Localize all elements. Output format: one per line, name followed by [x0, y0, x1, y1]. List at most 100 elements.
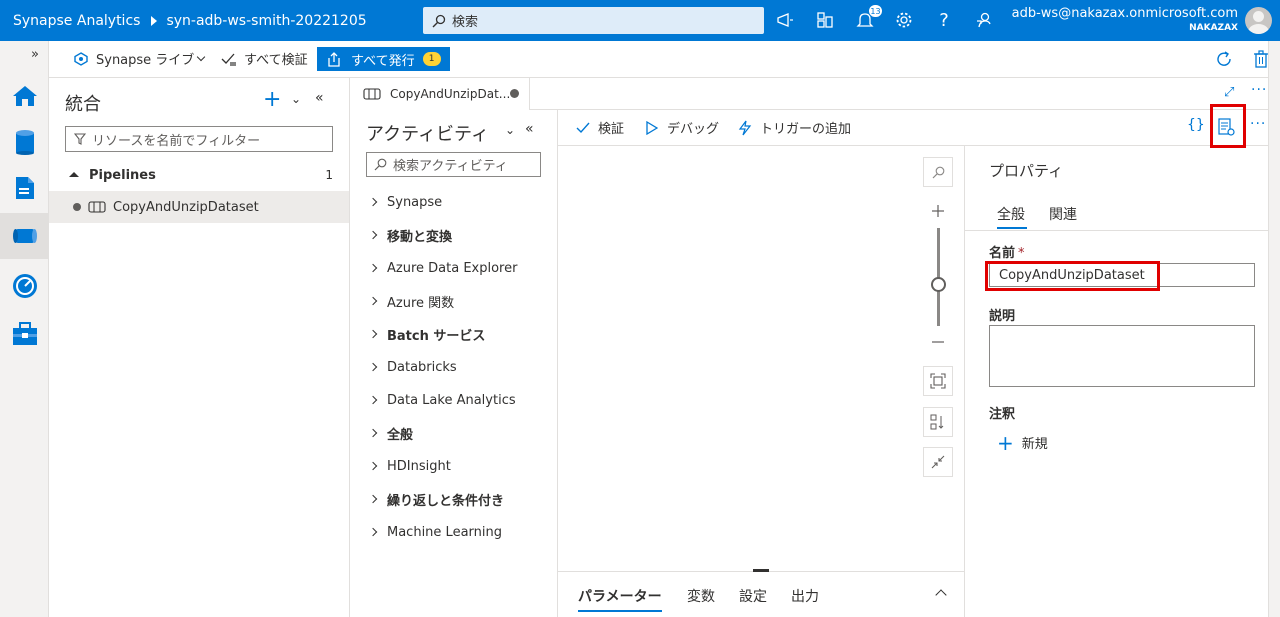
tab-variables[interactable]: 変数: [687, 586, 715, 606]
activity-category[interactable]: Azure Data Explorer: [368, 258, 517, 278]
add-resource-icon[interactable]: +: [263, 89, 281, 111]
workspace-name[interactable]: syn-adb-ws-smith-20221205: [166, 13, 366, 29]
activity-category[interactable]: Data Lake Analytics: [368, 390, 516, 410]
chevron-right-icon: [368, 461, 378, 471]
properties-title: プロパティ: [989, 162, 1064, 180]
activity-category[interactable]: 繰り返しと条件付き: [368, 489, 504, 509]
directory-switch-icon[interactable]: [814, 9, 836, 31]
activity-category[interactable]: 全般: [368, 423, 413, 443]
feedback-megaphone-icon[interactable]: [774, 9, 796, 31]
active-tab-indicator: [997, 227, 1027, 229]
command-bar: Synapse ライブ すべて検証 すべて発行 1: [49, 41, 1280, 78]
validate-all-label: すべて検証: [244, 53, 308, 68]
bottom-tabs: パラメーター 変数 設定 出力: [558, 569, 964, 617]
filter-icon: [74, 133, 86, 145]
search-icon: [374, 158, 387, 171]
add-annotation-button[interactable]: + 新規: [997, 430, 1048, 455]
activity-category-label: Data Lake Analytics: [387, 392, 516, 408]
tab-related[interactable]: 関連: [1049, 204, 1077, 224]
develop-icon[interactable]: [0, 165, 49, 211]
description-field[interactable]: [989, 325, 1255, 387]
resize-grip-icon[interactable]: [753, 569, 769, 572]
discard-trash-icon[interactable]: [1253, 50, 1269, 68]
zoom-in-icon[interactable]: [923, 196, 953, 226]
activity-category[interactable]: Azure 関数: [368, 291, 454, 311]
activity-category[interactable]: Batch サービス: [368, 324, 486, 344]
search-icon: [432, 14, 446, 27]
integrate-icon[interactable]: [0, 213, 49, 259]
home-icon[interactable]: [0, 73, 49, 119]
global-search-input[interactable]: 検索: [423, 7, 764, 34]
document-tabstrip: CopyAndUnzipDat... ⤢ ···: [350, 78, 1280, 110]
publish-icon: [328, 51, 340, 67]
tree-item-pipeline[interactable]: CopyAndUnzipDataset: [49, 191, 349, 223]
activity-category-label: Batch サービス: [387, 328, 486, 344]
validate-all-button[interactable]: すべて検証: [221, 49, 308, 68]
activities-search-placeholder: 検索アクティビティ: [393, 159, 508, 174]
brand-link[interactable]: Synapse Analytics: [0, 13, 140, 29]
zoom-to-fit-icon[interactable]: [923, 366, 953, 396]
activity-category[interactable]: Databricks: [368, 357, 457, 377]
required-mark: *: [1018, 246, 1025, 261]
activities-search-input[interactable]: 検索アクティビティ: [366, 152, 541, 177]
name-label-text: 名前: [989, 246, 1016, 261]
expand-rail-icon[interactable]: »: [31, 47, 39, 62]
scrollbar[interactable]: [1268, 41, 1280, 617]
plus-icon: +: [997, 430, 1014, 455]
settings-gear-icon[interactable]: [893, 9, 915, 31]
chevron-up-icon[interactable]: [935, 589, 947, 601]
tab-pipeline[interactable]: CopyAndUnzipDat...: [350, 78, 530, 110]
refresh-icon[interactable]: [1215, 50, 1233, 68]
zoom-slider-thumb[interactable]: [931, 277, 946, 292]
activity-category-label: Synapse: [387, 194, 443, 210]
highlight-box-properties-toggle: [1210, 104, 1246, 148]
collapse-all-icon[interactable]: ⌄: [505, 123, 515, 137]
validate-button[interactable]: 検証: [576, 118, 624, 137]
resource-filter-input[interactable]: リソースを名前でフィルター: [65, 126, 333, 152]
code-view-icon[interactable]: {}: [1187, 117, 1205, 133]
play-icon: [646, 120, 658, 135]
more-options-icon[interactable]: ···: [1251, 82, 1267, 98]
user-email: adb-ws@nakazax.onmicrosoft.com: [1011, 6, 1238, 21]
properties-panel: プロパティ 全般 関連 名前 * CopyAndUnzipDataset 説明 注…: [964, 146, 1280, 617]
user-feedback-icon[interactable]: [973, 9, 995, 31]
more-options-icon[interactable]: ···: [1250, 116, 1266, 132]
collapse-all-icon[interactable]: ⌄: [291, 92, 301, 106]
activity-category-label: Databricks: [387, 359, 457, 375]
help-question-icon[interactable]: ?: [933, 9, 955, 31]
notifications-bell-icon[interactable]: 13: [854, 4, 883, 31]
pipeline-toolbar: 検証 デバッグ トリガーの追加 {} ···: [558, 110, 1280, 146]
publish-all-button[interactable]: すべて発行 1: [317, 47, 450, 71]
tab-parameters[interactable]: パラメーター: [578, 586, 662, 606]
tab-label: CopyAndUnzipDat...: [390, 87, 511, 101]
collapse-activities-icon[interactable]: [923, 447, 953, 477]
tab-settings[interactable]: 設定: [739, 586, 767, 606]
activity-category[interactable]: Machine Learning: [368, 522, 502, 542]
manage-icon[interactable]: [0, 311, 49, 357]
tree-group-pipelines[interactable]: Pipelines 1: [49, 162, 349, 188]
activity-category-label: HDInsight: [387, 458, 451, 474]
add-trigger-button[interactable]: トリガーの追加: [737, 118, 851, 137]
chevron-right-icon: [368, 197, 378, 207]
collapse-panel-icon[interactable]: «: [525, 121, 534, 137]
zoom-out-icon[interactable]: [923, 327, 953, 357]
activity-category[interactable]: 移動と変換: [368, 225, 452, 245]
monitor-icon[interactable]: [0, 263, 49, 309]
data-icon[interactable]: [0, 119, 49, 165]
canvas-search-icon[interactable]: [923, 157, 953, 187]
user-tenant: NAKAZAX: [1189, 23, 1238, 33]
tab-output[interactable]: 出力: [791, 586, 819, 606]
activity-category[interactable]: Synapse: [368, 192, 443, 212]
account-info[interactable]: adb-ws@nakazax.onmicrosoft.com NAKAZAX: [1012, 6, 1238, 33]
debug-button[interactable]: デバッグ: [646, 118, 719, 137]
chevron-right-icon: [368, 230, 378, 240]
activity-category[interactable]: HDInsight: [368, 456, 451, 476]
chevron-down-icon: [197, 52, 206, 62]
tab-general[interactable]: 全般: [997, 204, 1025, 224]
collapse-panel-icon[interactable]: «: [315, 90, 324, 106]
live-mode-dropdown[interactable]: Synapse ライブ: [74, 49, 206, 68]
auto-align-icon[interactable]: [923, 407, 953, 437]
pipeline-canvas[interactable]: [558, 146, 964, 570]
maximize-icon[interactable]: ⤢: [1224, 85, 1234, 100]
avatar[interactable]: [1245, 7, 1272, 34]
